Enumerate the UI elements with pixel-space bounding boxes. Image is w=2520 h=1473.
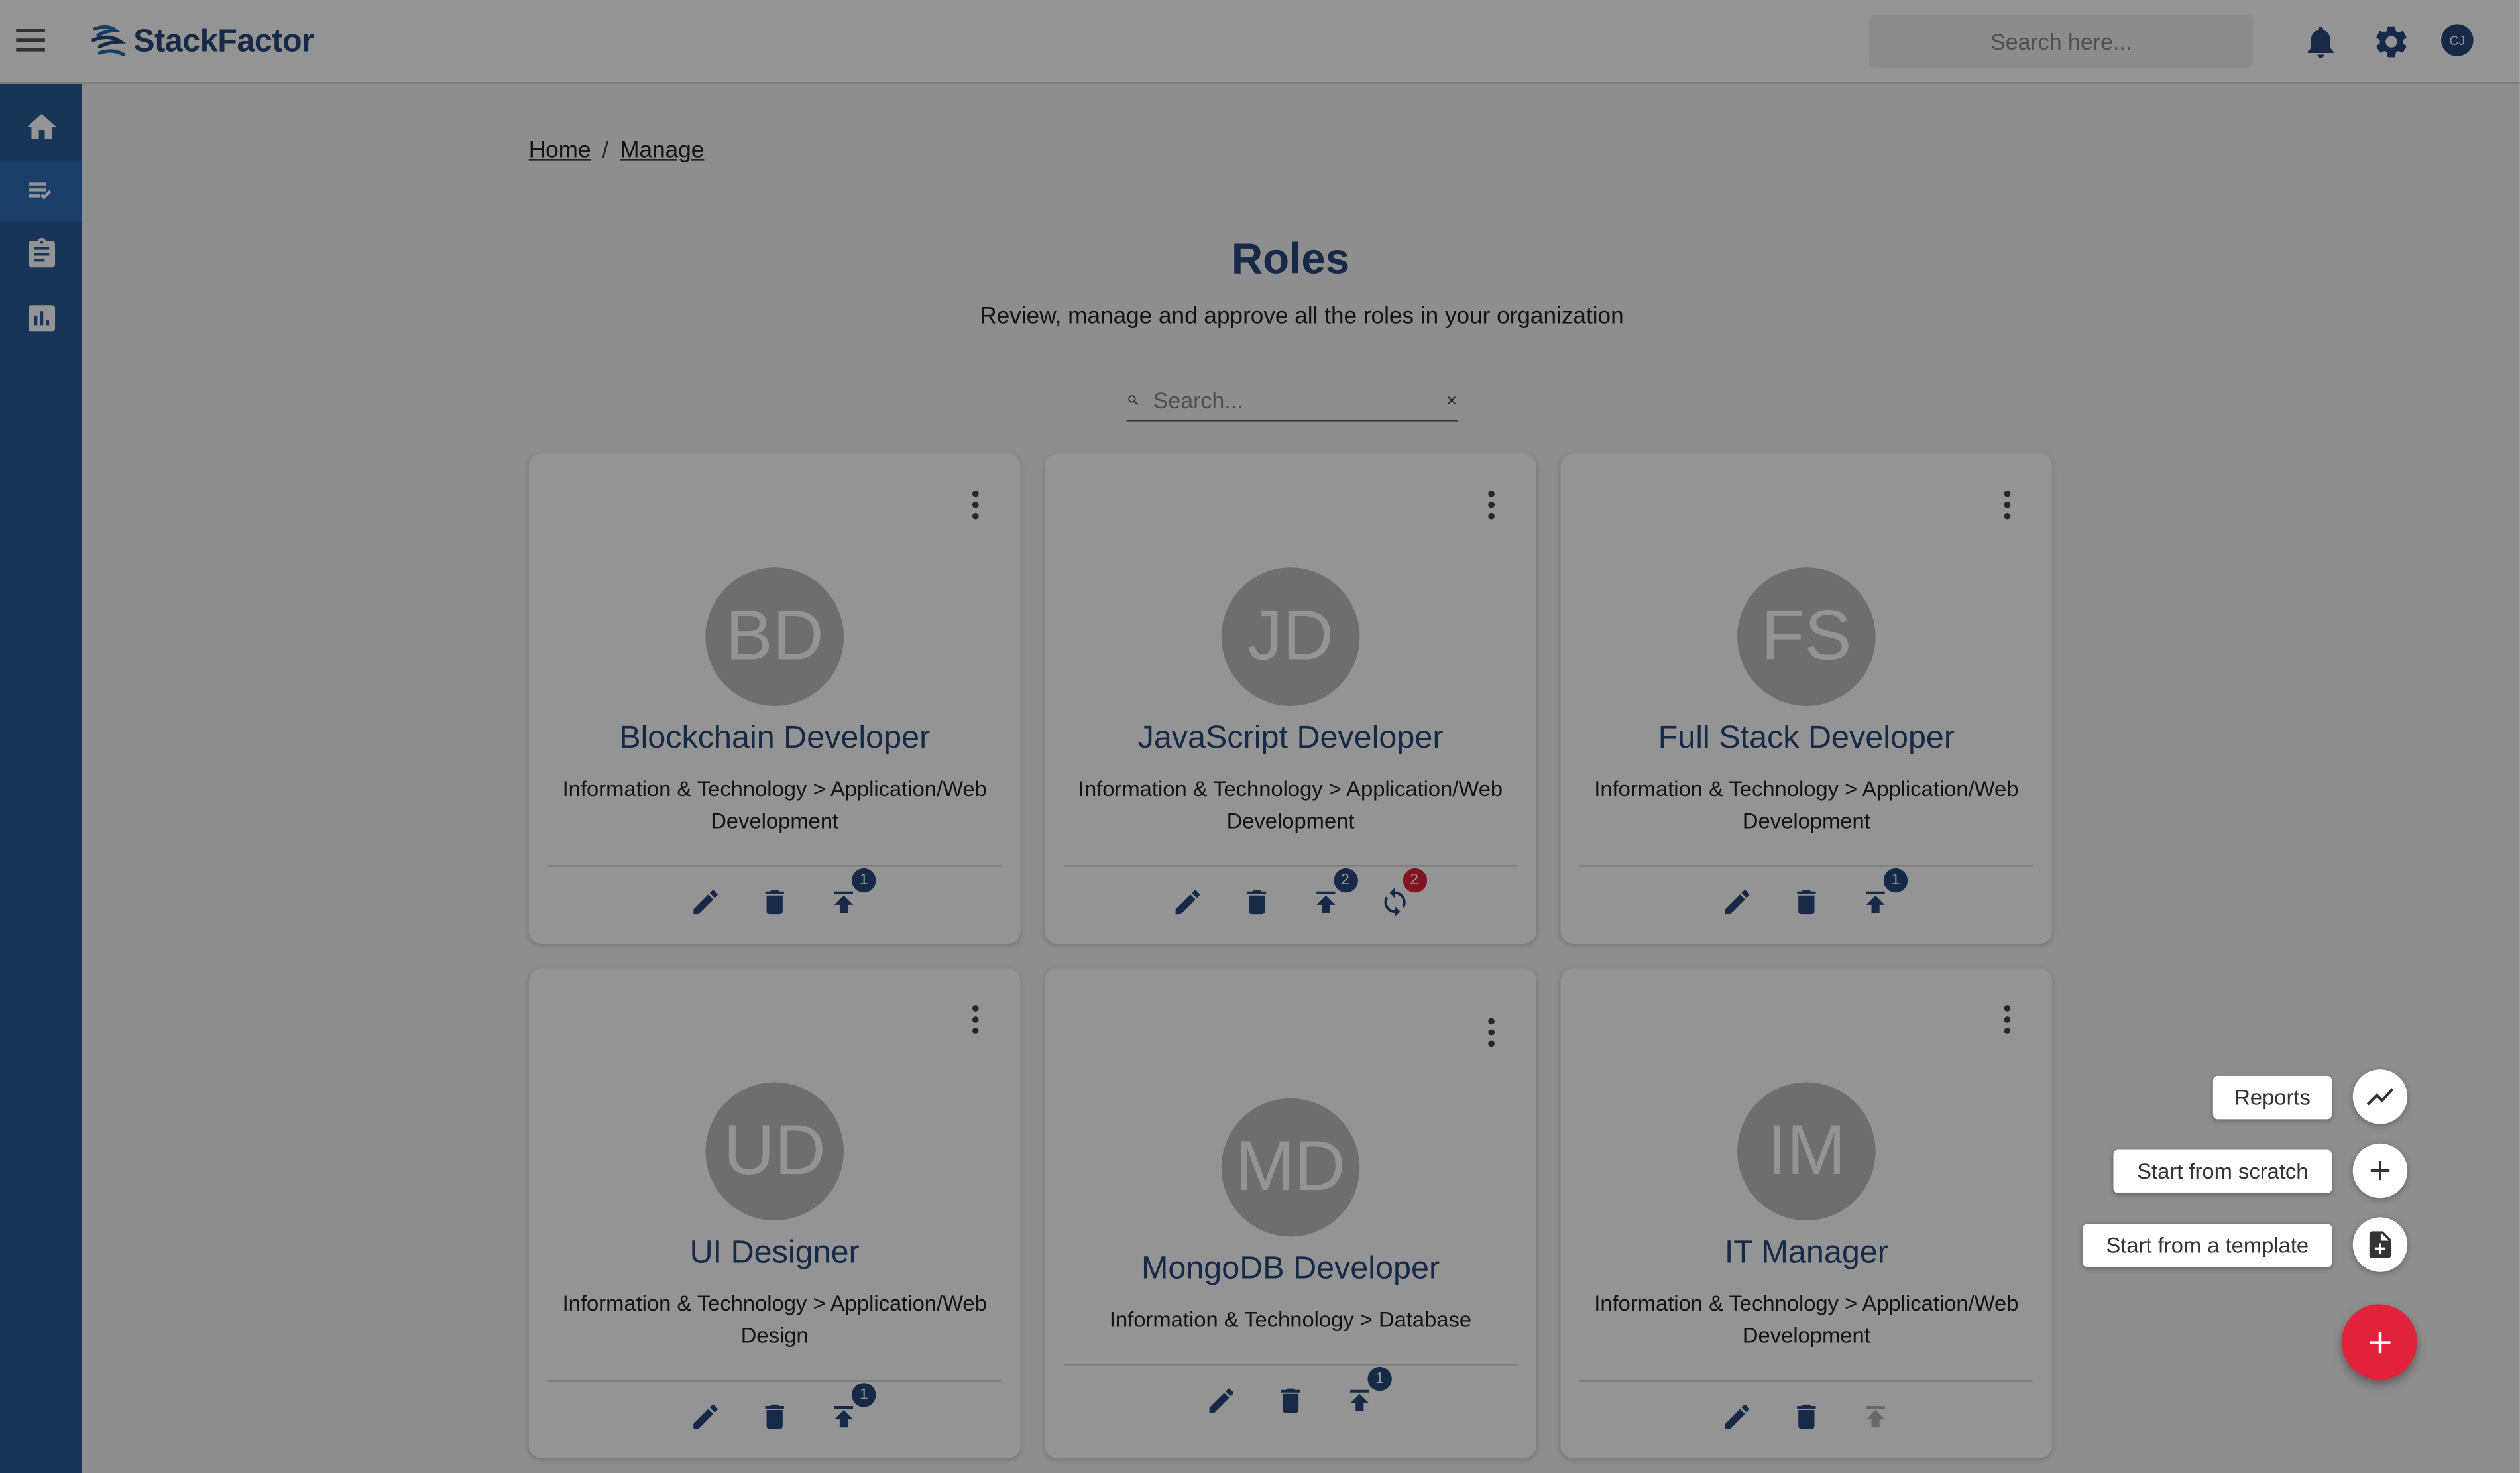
plus-icon: [2369, 1331, 2390, 1352]
reports-button[interactable]: [2352, 1069, 2408, 1124]
add-fab-button[interactable]: [2341, 1304, 2417, 1380]
start-from-template-label[interactable]: Start from a template: [2083, 1224, 2332, 1267]
start-from-scratch-label[interactable]: Start from scratch: [2113, 1149, 2332, 1193]
app-window: StackFactor CJ Home / Manage Roles Revie: [0, 0, 2520, 1473]
start-from-scratch-button[interactable]: [2352, 1143, 2408, 1199]
reports-label[interactable]: Reports: [2212, 1075, 2332, 1120]
plus-icon: [2370, 1161, 2390, 1181]
note-add-icon: [2369, 1231, 2391, 1258]
start-from-template-button[interactable]: [2352, 1217, 2408, 1272]
trending-icon: [2366, 1088, 2394, 1106]
